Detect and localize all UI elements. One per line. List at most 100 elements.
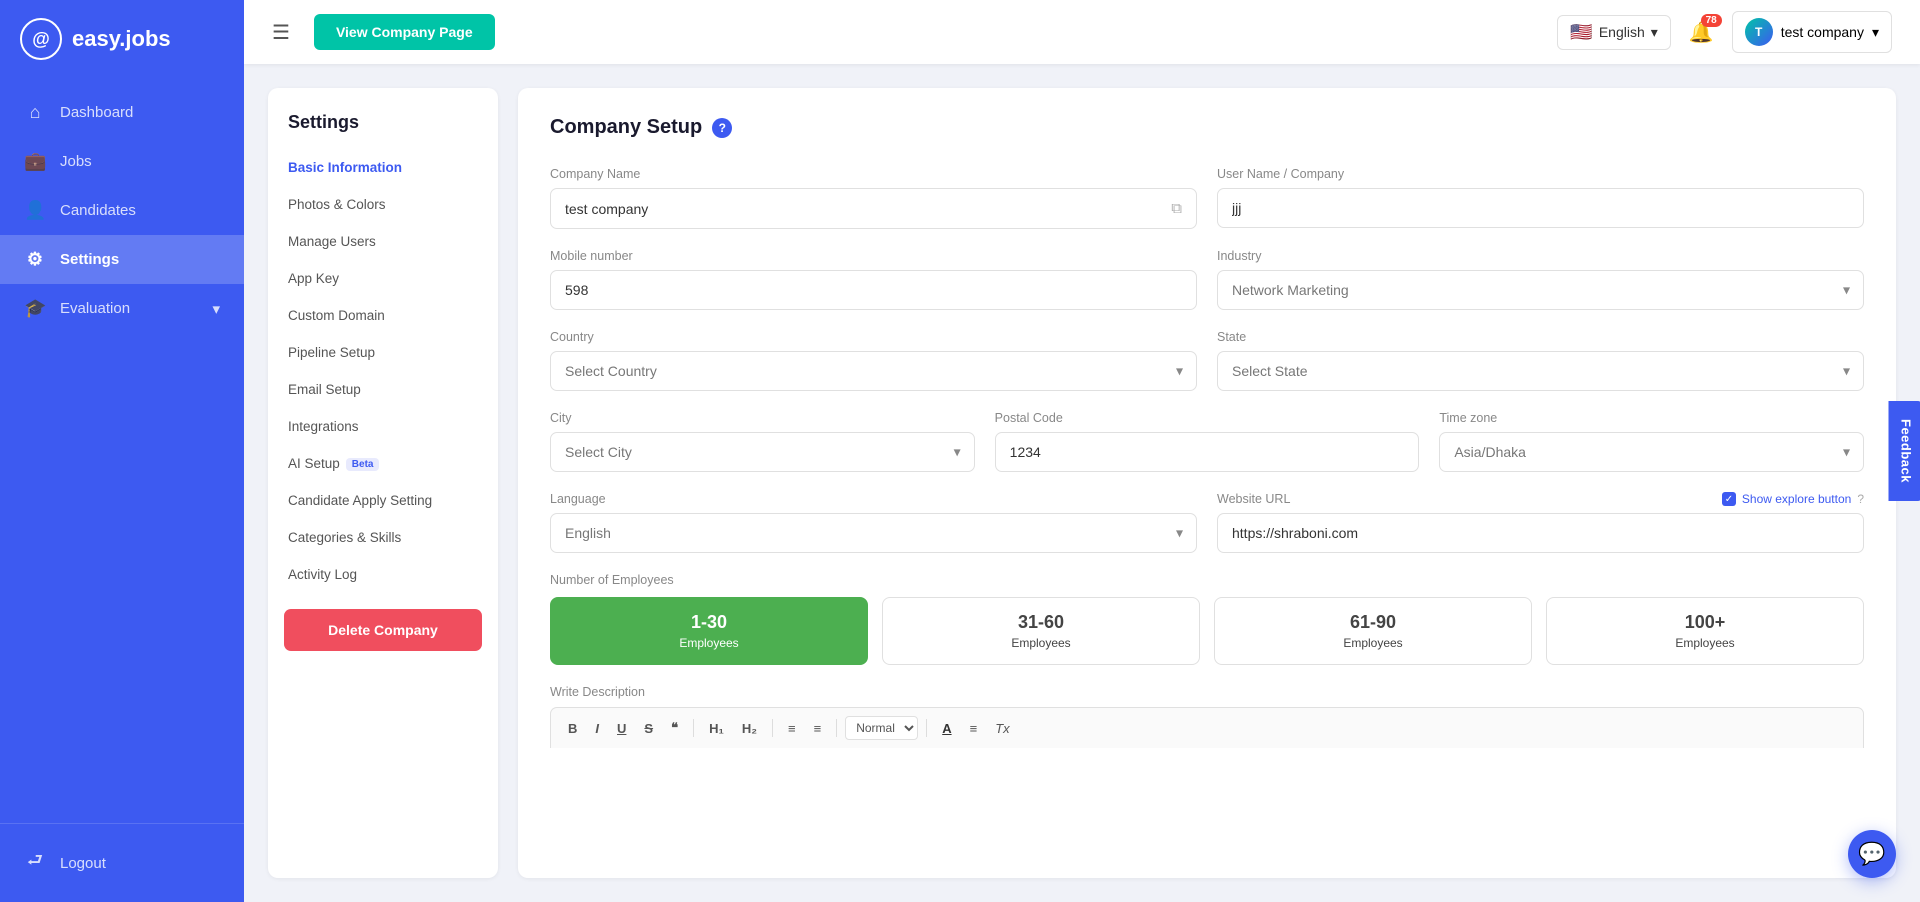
username-group: User Name / Company	[1217, 167, 1864, 229]
mobile-group: Mobile number	[550, 249, 1197, 310]
h2-button[interactable]: H₂	[735, 717, 764, 740]
sidebar-item-settings[interactable]: ⚙ Settings	[0, 235, 244, 284]
settings-nav-ai-setup[interactable]: AI SetupBeta	[268, 445, 498, 482]
state-select-wrap: Select State	[1217, 351, 1864, 391]
show-explore-checkbox[interactable]: ✓	[1722, 492, 1736, 506]
unordered-list-button[interactable]: ≡	[807, 717, 829, 740]
emp-label-0: Employees	[565, 636, 853, 650]
company-name: test company	[1781, 24, 1864, 40]
postal-group: Postal Code	[995, 411, 1420, 472]
state-select[interactable]: Select State	[1217, 351, 1864, 391]
info-icon[interactable]: ?	[712, 118, 732, 138]
sidebar-item-jobs[interactable]: 💼 Jobs	[0, 137, 244, 186]
settings-nav-categories-skills[interactable]: Categories & Skills	[268, 519, 498, 556]
hamburger-icon[interactable]: ☰	[272, 20, 290, 45]
language-select-wrap: English French	[550, 513, 1197, 553]
company-name-input-wrap[interactable]: test company ⧉	[550, 188, 1197, 229]
language-selector[interactable]: 🇺🇸 English ▾	[1557, 15, 1670, 50]
bold-button[interactable]: B	[561, 717, 584, 740]
form-row-4: City Select City Postal Code Time zone	[550, 411, 1864, 472]
sidebar-label-settings: Settings	[60, 251, 119, 268]
language-label: English	[1599, 24, 1645, 40]
settings-nav-basic-info[interactable]: Basic Information	[268, 149, 498, 186]
sidebar-label-dashboard: Dashboard	[60, 104, 133, 121]
employee-option-1[interactable]: 31-60 Employees	[882, 597, 1200, 665]
chat-button[interactable]: 💬	[1848, 830, 1896, 878]
settings-nav-label-email-setup: Email Setup	[288, 382, 361, 397]
topbar: ☰ View Company Page 🇺🇸 English ▾ 🔔 78 T …	[244, 0, 1920, 64]
timezone-select-wrap: Asia/Dhaka UTC	[1439, 432, 1864, 472]
industry-select[interactable]: Network Marketing Technology Finance	[1217, 270, 1864, 310]
emp-label-3: Employees	[1561, 636, 1849, 650]
delete-company-button[interactable]: Delete Company	[284, 609, 482, 651]
italic-button[interactable]: I	[588, 717, 606, 740]
sidebar-label-evaluation: Evaluation	[60, 300, 130, 317]
settings-nav-candidate-apply[interactable]: Candidate Apply Setting	[268, 482, 498, 519]
description-label: Write Description	[550, 685, 1864, 699]
timezone-group: Time zone Asia/Dhaka UTC	[1439, 411, 1864, 472]
view-company-button[interactable]: View Company Page	[314, 14, 495, 50]
settings-nav-label-basic-info: Basic Information	[288, 160, 402, 175]
postal-input[interactable]	[995, 432, 1420, 472]
chat-icon: 💬	[1858, 841, 1885, 867]
sidebar-item-candidates[interactable]: 👤 Candidates	[0, 186, 244, 235]
logo[interactable]: @ easy.jobs	[0, 0, 244, 78]
city-select[interactable]: Select City	[550, 432, 975, 472]
form-row-1: Company Name test company ⧉ User Name / …	[550, 167, 1864, 229]
settings-nav-activity-log[interactable]: Activity Log	[268, 556, 498, 593]
country-select[interactable]: Select Country	[550, 351, 1197, 391]
sidebar-item-evaluation[interactable]: 🎓 Evaluation ▾	[0, 284, 244, 333]
jobs-icon: 💼	[24, 151, 46, 172]
settings-title: Settings	[268, 112, 498, 149]
clear-format-button[interactable]: Tx	[988, 717, 1016, 740]
employee-option-2[interactable]: 61-90 Employees	[1214, 597, 1532, 665]
settings-nav-custom-domain[interactable]: Custom Domain	[268, 297, 498, 334]
sidebar-item-logout[interactable]: ⮐ Logout	[0, 834, 244, 892]
settings-nav-list: Basic Information Photos & Colors Manage U…	[268, 149, 498, 593]
settings-nav-integrations[interactable]: Integrations	[268, 408, 498, 445]
language-select[interactable]: English French	[550, 513, 1197, 553]
toolbar-sep-2	[772, 719, 773, 737]
show-explore-toggle[interactable]: ✓ Show explore button ?	[1722, 492, 1864, 506]
form-row-5: Language English French Website URL ✓ Sh…	[550, 492, 1864, 553]
settings-nav-app-key[interactable]: App Key	[268, 260, 498, 297]
settings-nav-label-photos-colors: Photos & Colors	[288, 197, 386, 212]
website-input[interactable]	[1217, 513, 1864, 553]
username-input[interactable]	[1217, 188, 1864, 228]
settings-sidebar: Settings Basic Information Photos & Color…	[268, 88, 498, 878]
underline-button[interactable]: U	[610, 717, 633, 740]
lang-chevron-icon: ▾	[1651, 24, 1658, 41]
emp-count-2: 61-90	[1229, 612, 1517, 633]
employee-option-3[interactable]: 100+ Employees	[1546, 597, 1864, 665]
mobile-input[interactable]	[550, 270, 1197, 310]
settings-nav-pipeline-setup[interactable]: Pipeline Setup	[268, 334, 498, 371]
country-label: Country	[550, 330, 1197, 344]
timezone-select[interactable]: Asia/Dhaka UTC	[1439, 432, 1864, 472]
panel-title-text: Company Setup	[550, 116, 702, 139]
emp-label-1: Employees	[897, 636, 1185, 650]
company-name-group: Company Name test company ⧉	[550, 167, 1197, 229]
settings-nav-label-ai-setup: AI Setup	[288, 456, 340, 471]
main-area: ☰ View Company Page 🇺🇸 English ▾ 🔔 78 T …	[244, 0, 1920, 902]
quote-button[interactable]: ❝	[664, 716, 685, 740]
settings-nav-manage-users[interactable]: Manage Users	[268, 223, 498, 260]
feedback-tab[interactable]: Feedback	[1889, 401, 1920, 501]
strikethrough-button[interactable]: S	[637, 717, 660, 740]
sidebar-item-dashboard[interactable]: ⌂ Dashboard	[0, 88, 244, 137]
explore-help-icon: ?	[1857, 492, 1864, 506]
ordered-list-button[interactable]: ≡	[781, 717, 803, 740]
company-selector[interactable]: T test company ▾	[1732, 11, 1892, 53]
align-button[interactable]: ≡	[963, 717, 985, 740]
settings-nav-email-setup[interactable]: Email Setup	[268, 371, 498, 408]
website-label: Website URL	[1217, 492, 1290, 506]
font-color-button[interactable]: A	[935, 717, 958, 740]
employees-label: Number of Employees	[550, 573, 1864, 587]
settings-nav-photos-colors[interactable]: Photos & Colors	[268, 186, 498, 223]
h1-button[interactable]: H₁	[702, 717, 731, 740]
sidebar-nav: ⌂ Dashboard 💼 Jobs 👤 Candidates ⚙ Settin…	[0, 78, 244, 823]
employee-option-0[interactable]: 1-30 Employees	[550, 597, 868, 665]
logout-icon: ⮐	[24, 848, 46, 878]
notification-button[interactable]: 🔔 78	[1689, 20, 1714, 45]
topbar-right: 🇺🇸 English ▾ 🔔 78 T test company ▾	[1557, 11, 1892, 53]
font-style-select[interactable]: Normal	[845, 716, 918, 740]
